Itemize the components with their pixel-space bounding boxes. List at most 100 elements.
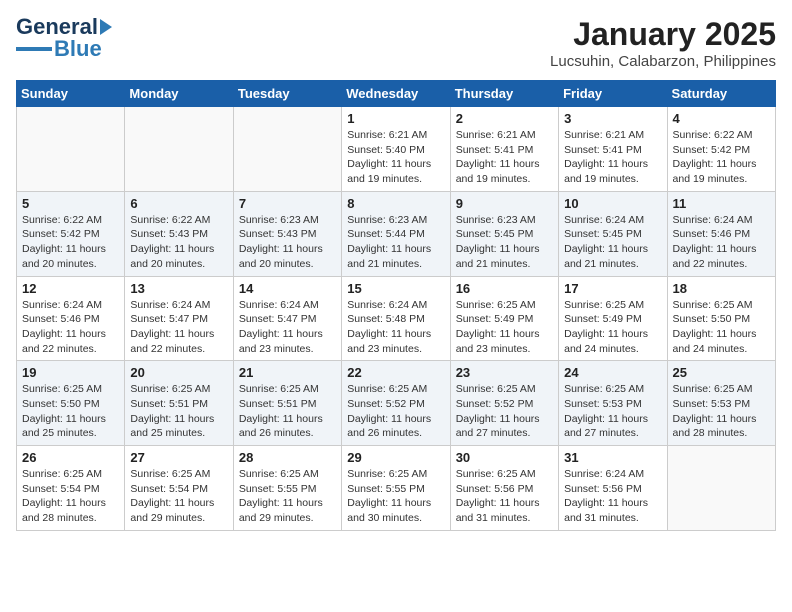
day-info: Sunrise: 6:25 AM Sunset: 5:54 PM Dayligh… bbox=[22, 467, 119, 526]
day-number: 20 bbox=[130, 365, 227, 380]
calendar-week-row: 26 Sunrise: 6:25 AM Sunset: 5:54 PM Dayli… bbox=[17, 446, 776, 531]
calendar-cell: 9 Sunrise: 6:23 AM Sunset: 5:45 PM Daylig… bbox=[450, 191, 558, 276]
day-info: Sunrise: 6:23 AM Sunset: 5:44 PM Dayligh… bbox=[347, 213, 444, 272]
day-number: 8 bbox=[347, 196, 444, 211]
day-info: Sunrise: 6:25 AM Sunset: 5:50 PM Dayligh… bbox=[22, 382, 119, 441]
calendar-cell: 29 Sunrise: 6:25 AM Sunset: 5:55 PM Dayli… bbox=[342, 446, 450, 531]
calendar-cell: 17Sunrise: 6:25 AM Sunset: 5:49 PM Dayli… bbox=[559, 276, 667, 361]
day-number: 31 bbox=[564, 450, 661, 465]
calendar-cell: 6 Sunrise: 6:22 AM Sunset: 5:43 PM Daylig… bbox=[125, 191, 233, 276]
day-number: 16 bbox=[456, 281, 553, 296]
day-info: Sunrise: 6:25 AM Sunset: 5:53 PM Dayligh… bbox=[564, 382, 661, 441]
calendar-week-row: 5 Sunrise: 6:22 AM Sunset: 5:42 PM Daylig… bbox=[17, 191, 776, 276]
day-info: Sunrise: 6:25 AM Sunset: 5:52 PM Dayligh… bbox=[347, 382, 444, 441]
day-number: 17 bbox=[564, 281, 661, 296]
day-number: 6 bbox=[130, 196, 227, 211]
day-info: Sunrise: 6:21 AM Sunset: 5:40 PM Dayligh… bbox=[347, 128, 444, 187]
day-header-saturday: Saturday bbox=[667, 81, 775, 107]
day-number: 23 bbox=[456, 365, 553, 380]
day-info: Sunrise: 6:21 AM Sunset: 5:41 PM Dayligh… bbox=[564, 128, 661, 187]
day-info: Sunrise: 6:22 AM Sunset: 5:42 PM Dayligh… bbox=[22, 213, 119, 272]
day-number: 27 bbox=[130, 450, 227, 465]
day-number: 7 bbox=[239, 196, 336, 211]
calendar-cell bbox=[125, 107, 233, 192]
calendar-cell: 19 Sunrise: 6:25 AM Sunset: 5:50 PM Dayli… bbox=[17, 361, 125, 446]
day-header-tuesday: Tuesday bbox=[233, 81, 341, 107]
day-info: Sunrise: 6:25 AM Sunset: 5:54 PM Dayligh… bbox=[130, 467, 227, 526]
day-info: Sunrise: 6:25 AM Sunset: 5:51 PM Dayligh… bbox=[239, 382, 336, 441]
calendar-cell: 5 Sunrise: 6:22 AM Sunset: 5:42 PM Daylig… bbox=[17, 191, 125, 276]
day-info: Sunrise: 6:24 AM Sunset: 5:56 PM Dayligh… bbox=[564, 467, 661, 526]
day-info: Sunrise: 6:23 AM Sunset: 5:43 PM Dayligh… bbox=[239, 213, 336, 272]
day-header-friday: Friday bbox=[559, 81, 667, 107]
day-info: Sunrise: 6:24 AM Sunset: 5:46 PM Dayligh… bbox=[22, 298, 119, 357]
day-info: Sunrise: 6:24 AM Sunset: 5:47 PM Dayligh… bbox=[239, 298, 336, 357]
day-number: 4 bbox=[673, 111, 770, 126]
day-info: Sunrise: 6:25 AM Sunset: 5:52 PM Dayligh… bbox=[456, 382, 553, 441]
calendar-cell: 1 Sunrise: 6:21 AM Sunset: 5:40 PM Daylig… bbox=[342, 107, 450, 192]
calendar-cell: 20 Sunrise: 6:25 AM Sunset: 5:51 PM Dayli… bbox=[125, 361, 233, 446]
calendar-cell: 22 Sunrise: 6:25 AM Sunset: 5:52 PM Dayli… bbox=[342, 361, 450, 446]
calendar-cell: 7 Sunrise: 6:23 AM Sunset: 5:43 PM Daylig… bbox=[233, 191, 341, 276]
day-number: 13 bbox=[130, 281, 227, 296]
day-info: Sunrise: 6:25 AM Sunset: 5:50 PM Dayligh… bbox=[673, 298, 770, 357]
calendar-cell: 11Sunrise: 6:24 AM Sunset: 5:46 PM Dayli… bbox=[667, 191, 775, 276]
calendar-cell: 25Sunrise: 6:25 AM Sunset: 5:53 PM Dayli… bbox=[667, 361, 775, 446]
day-number: 3 bbox=[564, 111, 661, 126]
day-number: 25 bbox=[673, 365, 770, 380]
calendar-cell: 15 Sunrise: 6:24 AM Sunset: 5:48 PM Dayli… bbox=[342, 276, 450, 361]
day-number: 30 bbox=[456, 450, 553, 465]
day-number: 11 bbox=[673, 196, 770, 211]
calendar-cell: 14 Sunrise: 6:24 AM Sunset: 5:47 PM Dayli… bbox=[233, 276, 341, 361]
calendar-cell: 2 Sunrise: 6:21 AM Sunset: 5:41 PM Daylig… bbox=[450, 107, 558, 192]
calendar-cell: 31 Sunrise: 6:24 AM Sunset: 5:56 PM Dayli… bbox=[559, 446, 667, 531]
calendar-cell: 13Sunrise: 6:24 AM Sunset: 5:47 PM Dayli… bbox=[125, 276, 233, 361]
calendar-cell: 10 Sunrise: 6:24 AM Sunset: 5:45 PM Dayli… bbox=[559, 191, 667, 276]
day-number: 15 bbox=[347, 281, 444, 296]
calendar-week-row: 19 Sunrise: 6:25 AM Sunset: 5:50 PM Dayli… bbox=[17, 361, 776, 446]
day-info: Sunrise: 6:25 AM Sunset: 5:56 PM Dayligh… bbox=[456, 467, 553, 526]
day-header-thursday: Thursday bbox=[450, 81, 558, 107]
calendar-cell: 16 Sunrise: 6:25 AM Sunset: 5:49 PM Dayli… bbox=[450, 276, 558, 361]
calendar-week-row: 1 Sunrise: 6:21 AM Sunset: 5:40 PM Daylig… bbox=[17, 107, 776, 192]
day-number: 9 bbox=[456, 196, 553, 211]
calendar-header-row: SundayMondayTuesdayWednesdayThursdayFrid… bbox=[17, 81, 776, 107]
calendar-cell: 28Sunrise: 6:25 AM Sunset: 5:55 PM Dayli… bbox=[233, 446, 341, 531]
calendar-cell bbox=[667, 446, 775, 531]
logo: General Blue bbox=[16, 16, 112, 62]
day-header-sunday: Sunday bbox=[17, 81, 125, 107]
calendar-cell: 8 Sunrise: 6:23 AM Sunset: 5:44 PM Daylig… bbox=[342, 191, 450, 276]
day-number: 1 bbox=[347, 111, 444, 126]
calendar-cell: 18Sunrise: 6:25 AM Sunset: 5:50 PM Dayli… bbox=[667, 276, 775, 361]
day-info: Sunrise: 6:21 AM Sunset: 5:41 PM Dayligh… bbox=[456, 128, 553, 187]
location-title: Lucsuhin, Calabarzon, Philippines bbox=[550, 53, 776, 70]
day-info: Sunrise: 6:25 AM Sunset: 5:51 PM Dayligh… bbox=[130, 382, 227, 441]
day-number: 14 bbox=[239, 281, 336, 296]
day-header-monday: Monday bbox=[125, 81, 233, 107]
day-info: Sunrise: 6:24 AM Sunset: 5:48 PM Dayligh… bbox=[347, 298, 444, 357]
day-number: 28 bbox=[239, 450, 336, 465]
day-header-wednesday: Wednesday bbox=[342, 81, 450, 107]
day-info: Sunrise: 6:22 AM Sunset: 5:43 PM Dayligh… bbox=[130, 213, 227, 272]
day-info: Sunrise: 6:24 AM Sunset: 5:45 PM Dayligh… bbox=[564, 213, 661, 272]
day-number: 2 bbox=[456, 111, 553, 126]
calendar-table: SundayMondayTuesdayWednesdayThursdayFrid… bbox=[16, 80, 776, 531]
logo-blue-text: Blue bbox=[54, 36, 102, 62]
day-info: Sunrise: 6:25 AM Sunset: 5:49 PM Dayligh… bbox=[456, 298, 553, 357]
logo-text: General bbox=[16, 16, 98, 38]
calendar-cell bbox=[233, 107, 341, 192]
day-number: 10 bbox=[564, 196, 661, 211]
calendar-cell: 21 Sunrise: 6:25 AM Sunset: 5:51 PM Dayli… bbox=[233, 361, 341, 446]
day-number: 22 bbox=[347, 365, 444, 380]
day-info: Sunrise: 6:25 AM Sunset: 5:55 PM Dayligh… bbox=[347, 467, 444, 526]
day-number: 29 bbox=[347, 450, 444, 465]
day-number: 21 bbox=[239, 365, 336, 380]
day-number: 5 bbox=[22, 196, 119, 211]
calendar-cell: 26 Sunrise: 6:25 AM Sunset: 5:54 PM Dayli… bbox=[17, 446, 125, 531]
month-title: January 2025 bbox=[550, 16, 776, 53]
day-info: Sunrise: 6:23 AM Sunset: 5:45 PM Dayligh… bbox=[456, 213, 553, 272]
day-number: 19 bbox=[22, 365, 119, 380]
calendar-cell: 23 Sunrise: 6:25 AM Sunset: 5:52 PM Dayli… bbox=[450, 361, 558, 446]
day-number: 26 bbox=[22, 450, 119, 465]
calendar-cell: 3 Sunrise: 6:21 AM Sunset: 5:41 PM Daylig… bbox=[559, 107, 667, 192]
